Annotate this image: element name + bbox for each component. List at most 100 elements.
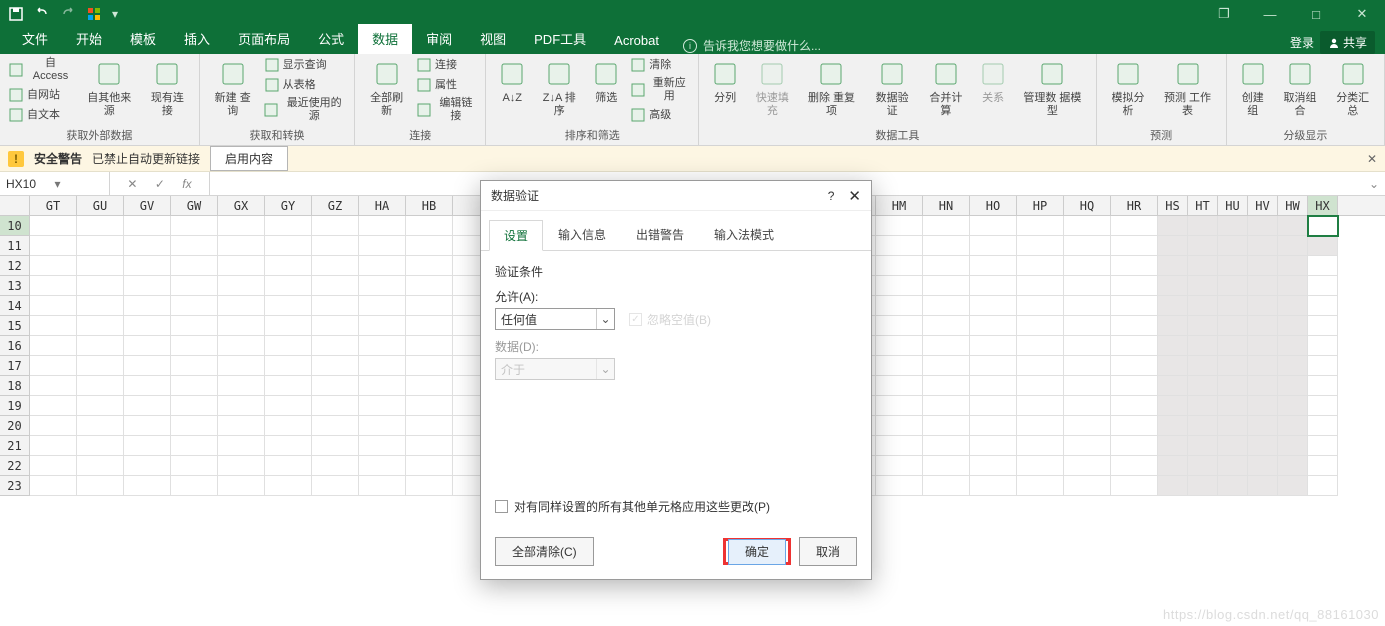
cell[interactable] <box>1278 316 1308 336</box>
cell[interactable] <box>359 376 406 396</box>
cell[interactable] <box>923 456 970 476</box>
cell[interactable] <box>1218 336 1248 356</box>
cell[interactable] <box>1017 296 1064 316</box>
cell[interactable] <box>1188 236 1218 256</box>
ribbon-button[interactable]: 自网站 <box>6 86 77 104</box>
share-button[interactable]: 共享 <box>1320 31 1375 54</box>
cell[interactable] <box>218 216 265 236</box>
dialog-tab-erroralert[interactable]: 出错警告 <box>621 219 699 250</box>
cell[interactable] <box>265 376 312 396</box>
cell[interactable] <box>1248 236 1278 256</box>
cell[interactable] <box>171 476 218 496</box>
cell[interactable] <box>124 236 171 256</box>
cell[interactable] <box>1064 456 1111 476</box>
cell[interactable] <box>1111 436 1158 456</box>
cell[interactable] <box>218 416 265 436</box>
cell[interactable] <box>406 396 453 416</box>
cell[interactable] <box>1188 216 1218 236</box>
ribbon-button[interactable]: 属性 <box>414 76 479 94</box>
cell[interactable] <box>1218 276 1248 296</box>
ribbon-button[interactable]: 合并计算 <box>921 56 971 120</box>
cell[interactable] <box>1188 276 1218 296</box>
row-header[interactable]: 23 <box>0 476 30 496</box>
cell[interactable] <box>1218 436 1248 456</box>
cell[interactable] <box>970 476 1017 496</box>
row-header[interactable]: 10 <box>0 216 30 236</box>
cell[interactable] <box>171 376 218 396</box>
cell[interactable] <box>406 316 453 336</box>
cell[interactable] <box>359 436 406 456</box>
enable-content-button[interactable]: 启用内容 <box>210 146 288 171</box>
cell[interactable] <box>1308 436 1338 456</box>
cell[interactable] <box>1218 256 1248 276</box>
maximize-icon[interactable]: □ <box>1293 0 1339 28</box>
cell[interactable] <box>1308 336 1338 356</box>
cell[interactable] <box>124 436 171 456</box>
cell[interactable] <box>265 416 312 436</box>
cell[interactable] <box>406 216 453 236</box>
tab-pdf[interactable]: PDF工具 <box>520 24 600 54</box>
tab-formula[interactable]: 公式 <box>304 24 358 54</box>
cell[interactable] <box>923 416 970 436</box>
cell[interactable] <box>30 436 77 456</box>
cell[interactable] <box>406 456 453 476</box>
cell[interactable] <box>923 476 970 496</box>
cell[interactable] <box>312 296 359 316</box>
cell[interactable] <box>1278 236 1308 256</box>
column-header[interactable]: GY <box>265 196 312 215</box>
column-header[interactable]: HV <box>1248 196 1278 215</box>
cell[interactable] <box>1111 476 1158 496</box>
cell[interactable] <box>1188 336 1218 356</box>
cell[interactable] <box>359 396 406 416</box>
cell[interactable] <box>970 256 1017 276</box>
cell[interactable] <box>1248 296 1278 316</box>
cell[interactable] <box>124 416 171 436</box>
ribbon-button[interactable]: 数据验 证 <box>865 56 918 120</box>
cell[interactable] <box>876 236 923 256</box>
cell[interactable] <box>406 436 453 456</box>
cell[interactable] <box>1064 436 1111 456</box>
cell[interactable] <box>970 316 1017 336</box>
ribbon-button[interactable]: 显示查询 <box>262 56 349 74</box>
cell[interactable] <box>124 356 171 376</box>
cell[interactable] <box>1278 396 1308 416</box>
cell[interactable] <box>1278 296 1308 316</box>
tab-pagelayout[interactable]: 页面布局 <box>224 24 304 54</box>
cell[interactable] <box>77 276 124 296</box>
chevron-down-icon[interactable]: ⌄ <box>596 309 614 329</box>
cell[interactable] <box>970 456 1017 476</box>
cell[interactable] <box>1017 476 1064 496</box>
column-header[interactable]: HR <box>1111 196 1158 215</box>
cell[interactable] <box>312 456 359 476</box>
cell[interactable] <box>1111 256 1158 276</box>
cell[interactable] <box>1158 316 1188 336</box>
cell[interactable] <box>1248 316 1278 336</box>
tab-home[interactable]: 开始 <box>62 24 116 54</box>
cell[interactable] <box>1158 436 1188 456</box>
cell[interactable] <box>124 476 171 496</box>
cell[interactable] <box>265 216 312 236</box>
cell[interactable] <box>1218 476 1248 496</box>
cell[interactable] <box>1111 336 1158 356</box>
cell[interactable] <box>1111 356 1158 376</box>
cell[interactable] <box>1111 296 1158 316</box>
cell[interactable] <box>1064 256 1111 276</box>
row-header[interactable]: 19 <box>0 396 30 416</box>
cell[interactable] <box>77 296 124 316</box>
cell[interactable] <box>1248 476 1278 496</box>
redo-icon[interactable] <box>60 6 76 22</box>
cell[interactable] <box>923 436 970 456</box>
cell[interactable] <box>1158 276 1188 296</box>
cell[interactable] <box>1188 316 1218 336</box>
allow-combobox[interactable]: 任何值 ⌄ <box>495 308 615 330</box>
cell[interactable] <box>1248 396 1278 416</box>
cell[interactable] <box>218 316 265 336</box>
cell[interactable] <box>1308 356 1338 376</box>
cell[interactable] <box>124 456 171 476</box>
cell[interactable] <box>30 356 77 376</box>
column-header[interactable]: HQ <box>1064 196 1111 215</box>
cell[interactable] <box>406 276 453 296</box>
cell[interactable] <box>876 376 923 396</box>
cell[interactable] <box>312 376 359 396</box>
cell[interactable] <box>876 296 923 316</box>
